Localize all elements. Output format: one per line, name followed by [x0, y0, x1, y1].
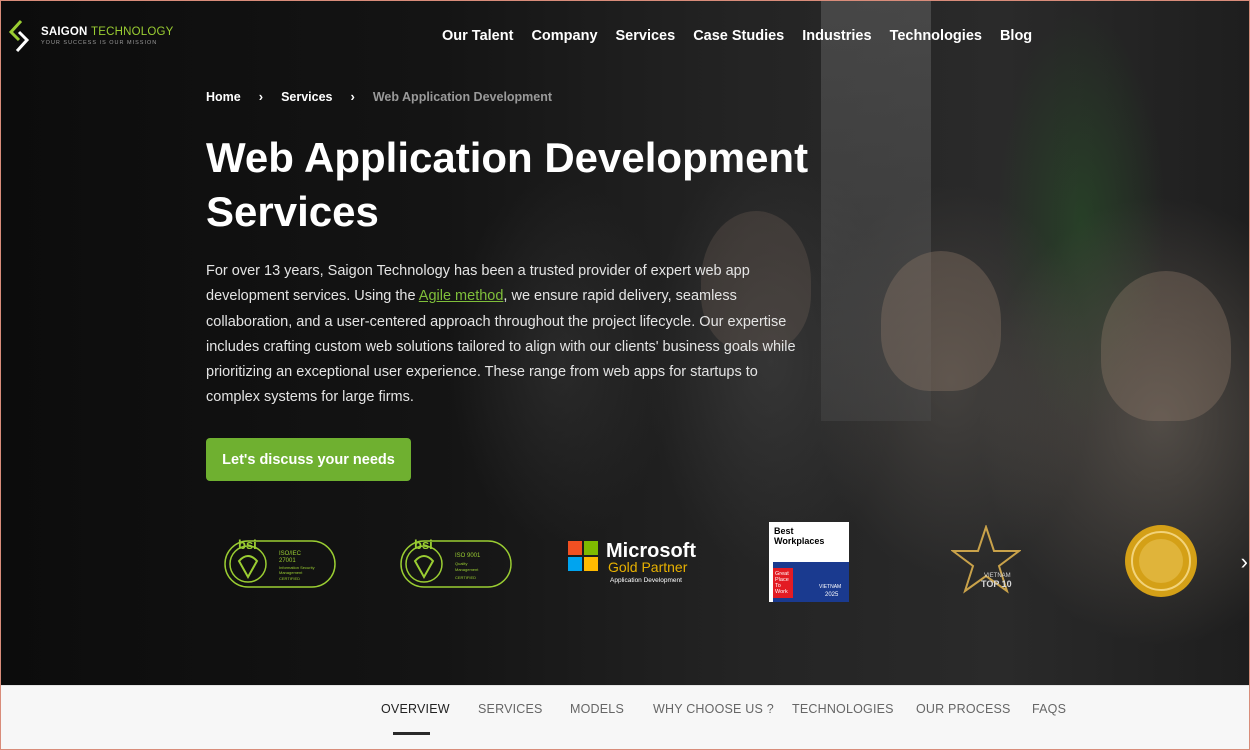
tab-our-process[interactable]: OUR PROCESS — [916, 702, 1011, 716]
chevron-right-icon: › — [258, 89, 264, 104]
page-title-line1: Web Application Development — [206, 134, 809, 181]
chevron-right-icon[interactable]: › — [1241, 549, 1248, 575]
bsi1-line4: Management — [279, 570, 303, 575]
active-tab-indicator — [393, 732, 430, 735]
tab-why-choose-us[interactable]: WHY CHOOSE US ? — [653, 702, 774, 716]
gold-medal-badge — [1125, 525, 1197, 597]
gptw-year: 2025 — [825, 592, 839, 598]
breadcrumb-current: Web Application Development — [372, 89, 553, 104]
microsoft-sub: Application Development — [610, 577, 682, 584]
breadcrumb-services[interactable]: Services — [281, 90, 332, 104]
tab-technologies[interactable]: TECHNOLOGIES — [792, 702, 894, 716]
brand-tagline: YOUR SUCCESS IS OUR MISSION — [41, 40, 158, 46]
bsi-brand-1: bsi — [238, 537, 257, 552]
tab-overview[interactable]: OVERVIEW — [381, 702, 450, 716]
bsi2-line4: CERTIFIED — [455, 575, 476, 580]
breadcrumb: Home › Services › Web Application Develo… — [206, 89, 552, 104]
bsi2-line3: Management — [455, 567, 479, 572]
hero-description: For over 13 years, Saigon Technology has… — [206, 259, 796, 411]
background-person — [1101, 271, 1231, 421]
brand-logo[interactable]: SAIGON TECHNOLOGY YOUR SUCCESS IS OUR MI… — [7, 19, 174, 53]
bsi2-line2: Quality — [455, 561, 467, 566]
bsi-iso27001-badge: bsi ISO/IEC 27001 Information Security M… — [224, 537, 336, 588]
hero-background: SAIGON TECHNOLOGY YOUR SUCCESS IS OUR MI… — [1, 1, 1249, 685]
agile-method-link[interactable]: Agile method — [419, 288, 504, 304]
bsi1-line1: ISO/IEC — [279, 551, 302, 557]
section-tabs: OVERVIEW SERVICES MODELS WHY CHOOSE US ?… — [1, 685, 1249, 749]
gptw-best: Best — [774, 526, 794, 536]
great-place-to-work-badge: Best Workplaces Great Place To Work VIET… — [769, 522, 849, 602]
bsi1-line2: 27001 — [279, 558, 296, 564]
nav-blog[interactable]: Blog — [1000, 28, 1032, 44]
nav-our-talent[interactable]: Our Talent — [442, 28, 513, 44]
microsoft-gold-partner-badge: Microsoft Gold Partner Application Devel… — [568, 540, 696, 584]
bsi-brand-2: bsi — [414, 537, 433, 552]
breadcrumb-home[interactable]: Home — [206, 90, 241, 104]
gptw-country: VIETNAM — [819, 584, 841, 590]
page-title-line2: Services — [206, 188, 379, 235]
bsi2-line1: ISO 9001 — [455, 553, 481, 559]
main-nav: Our Talent Company Services Case Studies… — [442, 28, 1032, 44]
tab-models[interactable]: MODELS — [570, 702, 624, 716]
desc-text-after: , we ensure rapid delivery, seamless col… — [206, 288, 796, 406]
chevron-right-icon: › — [350, 89, 355, 104]
gptw-work: Work — [775, 589, 788, 595]
page-frame: SAIGON TECHNOLOGY YOUR SUCCESS IS OUR MI… — [0, 0, 1250, 750]
microsoft-partner: Gold Partner — [608, 559, 688, 575]
nav-industries[interactable]: Industries — [802, 28, 871, 44]
logo-text: SAIGON TECHNOLOGY YOUR SUCCESS IS OUR MI… — [41, 26, 174, 46]
nav-services[interactable]: Services — [616, 28, 676, 44]
brand-name-part2: TECHNOLOGY — [90, 26, 174, 38]
nav-company[interactable]: Company — [531, 28, 597, 44]
nav-case-studies[interactable]: Case Studies — [693, 28, 784, 44]
bsi-iso9001-badge: bsi ISO 9001 Quality Management CERTIFIE… — [400, 537, 512, 588]
top10-line2: TOP 10 — [981, 579, 1012, 589]
discuss-needs-button[interactable]: Let's discuss your needs — [206, 438, 411, 481]
gptw-workplaces: Workplaces — [774, 536, 824, 546]
page-title: Web Application Development Services — [206, 131, 826, 239]
brand-name-part1: SAIGON — [41, 26, 88, 38]
background-person — [881, 251, 1001, 391]
logo-mark-icon — [8, 19, 30, 53]
tab-faqs[interactable]: FAQS — [1032, 702, 1066, 716]
nav-technologies[interactable]: Technologies — [890, 28, 982, 44]
vietnam-top10-badge: VIETNAM TOP 10 — [951, 525, 1021, 594]
bsi1-line5: CERTIFIED — [279, 576, 300, 581]
tab-services[interactable]: SERVICES — [478, 702, 543, 716]
